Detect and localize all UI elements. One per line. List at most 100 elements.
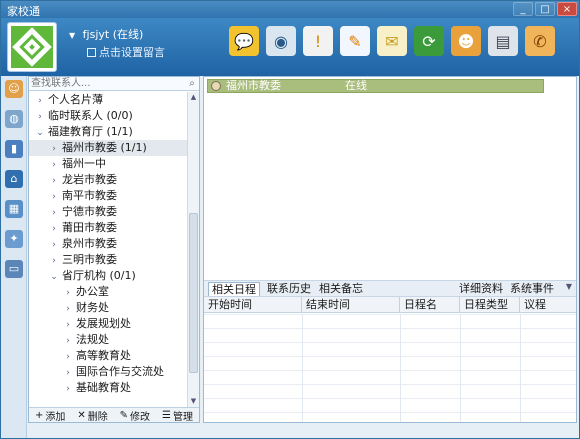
tree-item[interactable]: › 办公室 — [29, 284, 187, 300]
edit-label: 修改 — [130, 411, 151, 423]
tree-item[interactable]: › 临时联系人 (0/0) — [29, 108, 187, 124]
tree-item-label: 基础教育处 — [76, 381, 131, 394]
tree-item[interactable]: › 宁德市教委 — [29, 204, 187, 220]
chevron-down-icon: ▼ — [69, 31, 76, 40]
tree-item[interactable]: › 泉州市教委 — [29, 236, 187, 252]
tree-item[interactable]: ⌄ 福建教育厅 (1/1) — [29, 124, 187, 140]
collapse-icon[interactable]: › — [49, 173, 59, 189]
scroll-down-button[interactable]: ▼ — [188, 396, 199, 407]
tree-item-label: 宁德市教委 — [62, 205, 117, 218]
edit-button[interactable]: ✎ 修改 — [120, 408, 150, 423]
expand-icon[interactable]: ⌄ — [35, 125, 45, 141]
expand-icon[interactable]: ⌄ — [49, 269, 59, 285]
calendar-icon[interactable]: ▦ — [5, 200, 23, 218]
column-header[interactable]: 结束时间 — [302, 297, 400, 313]
tree-item[interactable]: › 三明市教委 — [29, 252, 187, 268]
refresh-icon[interactable]: ⟳ — [414, 26, 444, 56]
signature-field[interactable]: 点击设置留言 — [87, 44, 165, 60]
tree-item-label: 临时联系人 (0/0) — [48, 109, 133, 122]
column-header[interactable]: 日程名 — [400, 297, 460, 313]
tree-item-label: 财务处 — [76, 301, 109, 314]
home-icon[interactable]: ⌂ — [5, 170, 23, 188]
collapse-icon[interactable]: › — [63, 317, 73, 333]
tree-item-label: 发展规划处 — [76, 317, 131, 330]
column-header[interactable]: 议程 — [520, 297, 576, 313]
collapse-icon[interactable]: › — [63, 349, 73, 365]
tree-item[interactable]: › 高等教育处 — [29, 348, 187, 364]
tree-item[interactable]: ⌄ 省厅机构 (0/1) — [29, 268, 187, 284]
collapse-icon[interactable]: › — [49, 221, 59, 237]
column-header[interactable]: 日程类型 — [460, 297, 520, 313]
collapse-icon[interactable]: › — [49, 157, 59, 173]
close-button[interactable]: × — [557, 2, 577, 16]
tree-item[interactable]: › 福州市教委 (1/1) — [29, 140, 187, 156]
scrollbar[interactable]: ▲ ▼ — [187, 92, 199, 407]
add-button[interactable]: + 添加 — [35, 408, 65, 423]
tree-item[interactable]: › 发展规划处 — [29, 316, 187, 332]
collapse-icon[interactable]: › — [63, 285, 73, 301]
collapse-icon[interactable]: › — [35, 109, 45, 125]
scroll-up-button[interactable]: ▲ — [188, 92, 199, 103]
phone-icon[interactable]: ✆ — [525, 26, 555, 56]
tree-item[interactable]: › 莆田市教委 — [29, 220, 187, 236]
broadcast-icon[interactable]: ▤ — [488, 26, 518, 56]
avatar-logo-icon — [11, 26, 53, 68]
scroll-thumb[interactable] — [189, 213, 198, 373]
user-account: fjsjyt — [82, 28, 110, 41]
tab-history[interactable]: 联系历史 — [264, 282, 314, 296]
tab-events[interactable]: 系统事件 — [507, 282, 557, 296]
minimize-button[interactable]: _ — [513, 2, 533, 16]
tools-icon[interactable]: ✦ — [5, 230, 23, 248]
mail-icon[interactable]: ✉ — [377, 26, 407, 56]
tab-details[interactable]: 详细资料 — [456, 282, 506, 296]
tree-item[interactable]: › 国际合作与交流处 — [29, 364, 187, 380]
collapse-icon[interactable]: › — [49, 237, 59, 253]
device-icon[interactable]: ▮ — [5, 140, 23, 158]
search-icon[interactable]: ⌕ — [186, 77, 198, 90]
tree-item[interactable]: › 基础教育处 — [29, 380, 187, 396]
session-status: 在线 — [345, 79, 367, 92]
collapse-icon[interactable]: › — [63, 301, 73, 317]
header: ▼ fjsjyt (在线) 点击设置留言 💬 ◉ ! ✎ ✉ ⟳ ☻ ▤ ✆ — [1, 18, 579, 76]
maximize-button[interactable]: □ — [535, 2, 555, 16]
tab-memo[interactable]: 相关备忘 — [316, 282, 366, 296]
tree-item[interactable]: › 龙岩市教委 — [29, 172, 187, 188]
delete-button[interactable]: ✕ 删除 — [77, 408, 107, 423]
tree-item[interactable]: › 个人名片薄 — [29, 92, 187, 108]
manage-button[interactable]: ☰ 管理 — [162, 408, 193, 423]
contacts-icon[interactable]: ☺ — [5, 80, 23, 98]
chevron-down-icon[interactable]: ▼ — [566, 282, 572, 291]
add-label: 添加 — [45, 411, 66, 423]
collapse-icon[interactable]: › — [35, 93, 45, 109]
column-header[interactable]: 开始时间 — [204, 297, 302, 313]
tree-item-label: 国际合作与交流处 — [76, 365, 164, 378]
user-status[interactable]: ▼ fjsjyt (在线) — [69, 26, 143, 42]
collapse-icon[interactable]: › — [49, 205, 59, 221]
search-box: ⌕ — [29, 77, 199, 91]
window-title: 家校通 — [7, 5, 40, 18]
edit-icon[interactable]: ✎ — [340, 26, 370, 56]
collapse-icon[interactable]: › — [49, 253, 59, 269]
collapse-icon[interactable]: › — [49, 141, 59, 157]
collapse-icon[interactable]: › — [63, 381, 73, 397]
window-icon[interactable]: ▭ — [5, 260, 23, 278]
avatar[interactable] — [7, 22, 57, 72]
search-input[interactable] — [29, 77, 187, 90]
chat-icon[interactable]: 💬 — [229, 26, 259, 56]
tree-item[interactable]: › 福州一中 — [29, 156, 187, 172]
chat-icon[interactable]: ◍ — [5, 110, 23, 128]
list-icon: ☰ — [162, 409, 171, 421]
tree-item[interactable]: › 财务处 — [29, 300, 187, 316]
tree-item-label: 法规处 — [76, 333, 109, 346]
group-icon[interactable]: ☻ — [451, 26, 481, 56]
notice-icon[interactable]: ! — [303, 26, 333, 56]
tab-schedule[interactable]: 相关日程 — [208, 282, 260, 296]
tree-item[interactable]: › 法规处 — [29, 332, 187, 348]
webcam-icon[interactable]: ◉ — [266, 26, 296, 56]
collapse-icon[interactable]: › — [49, 189, 59, 205]
collapse-icon[interactable]: › — [63, 333, 73, 349]
session-bar[interactable]: 福州市教委 在线 — [207, 79, 544, 93]
tree-item[interactable]: › 南平市教委 — [29, 188, 187, 204]
collapse-icon[interactable]: › — [63, 365, 73, 381]
tab-bar: 相关日程 联系历史 相关备忘 详细资料 系统事件 ▼ — [204, 280, 576, 297]
